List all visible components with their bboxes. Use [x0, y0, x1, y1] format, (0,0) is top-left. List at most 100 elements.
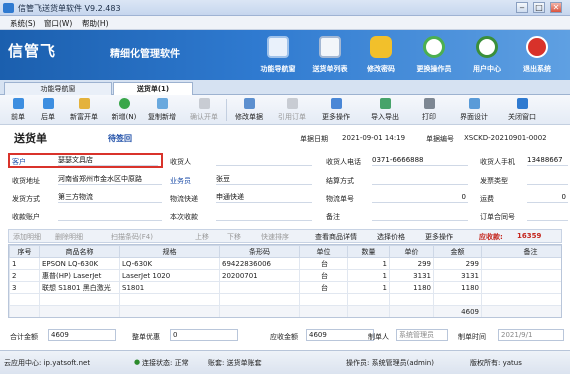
col-seq[interactable]: 序号	[9, 245, 40, 258]
reference-order-button[interactable]: 引用订单	[272, 97, 312, 123]
print-button[interactable]: 打印	[414, 97, 444, 123]
import-export-button[interactable]: 导入导出	[362, 97, 408, 123]
next-doc-button[interactable]: 后单	[34, 97, 62, 123]
menu-window[interactable]: 窗口(W)	[44, 18, 72, 29]
cell-spec[interactable]: LQ-630K	[119, 257, 220, 270]
tab-delivery-note[interactable]: 送货单(1)	[113, 82, 193, 95]
cell-price[interactable]: 1180	[389, 281, 434, 294]
menu-help[interactable]: 帮助(H)	[82, 18, 109, 29]
cell-barcode[interactable]: 20200701	[219, 269, 300, 282]
cell-name[interactable]: EPSON LQ-630K	[39, 257, 120, 270]
add-row-button[interactable]: 添加明细	[13, 232, 41, 242]
ship-field[interactable]: 第三方物流	[58, 192, 162, 203]
close-button[interactable]: ✕	[550, 2, 562, 13]
consignee-phone-field[interactable]: 0371-6666888	[372, 155, 468, 166]
table-row[interactable]: 1 EPSON LQ-630K LQ-630K 69422836006 台 1 …	[9, 257, 561, 270]
window-title: 信管飞送货单软件 V9.2.483	[18, 4, 121, 13]
cell-amount[interactable]: 1180	[433, 281, 482, 294]
nav-change-password[interactable]: 修改密码	[356, 34, 406, 78]
grid-more-button[interactable]: 更多操作	[425, 232, 453, 242]
cell-amount[interactable]: 299	[433, 257, 482, 270]
menu-system[interactable]: 系统(S)	[10, 18, 36, 29]
settle-field[interactable]	[372, 174, 468, 185]
quick-sort-button[interactable]: 快速排序	[261, 232, 289, 242]
col-spec[interactable]: 规格	[119, 245, 220, 258]
cell-remark[interactable]	[481, 257, 561, 270]
table-row[interactable]: 2 惠普(HP) LaserJet LaserJet 1020 20200701…	[9, 269, 561, 282]
close-window-button[interactable]: 关闭窗口	[502, 97, 542, 123]
nav-delivery-list[interactable]: 送货单列表	[305, 34, 355, 78]
consignee-field[interactable]	[216, 155, 312, 166]
grid-toolbar: 添加明细 删除明细 扫描条码(F4) 上移 下移 快速排序 查看商品详情 选择价…	[8, 229, 562, 243]
add-new-button[interactable]: 新增(N)	[108, 97, 140, 123]
consignee-mobile-label: 收货人手机	[480, 158, 515, 166]
maximize-button[interactable]: □	[533, 2, 545, 13]
prev-doc-button[interactable]: 前单	[4, 97, 32, 123]
customer-label[interactable]: 客户	[12, 157, 26, 167]
new-bill-button[interactable]: 新富开单	[64, 97, 104, 123]
remark-field[interactable]	[372, 210, 468, 221]
cell-unit[interactable]: 台	[299, 257, 348, 270]
col-amount[interactable]: 金额	[433, 245, 482, 258]
cell-spec[interactable]: LaserJet 1020	[119, 269, 220, 282]
cell-barcode[interactable]	[219, 281, 300, 294]
freight-label: 运费	[480, 195, 494, 203]
cloud-status[interactable]: 云应用中心: ip.yatsoft.net	[4, 358, 90, 368]
nav-switch-operator[interactable]: 更换操作员	[409, 34, 459, 78]
nav-exit-system[interactable]: 退出系统	[512, 34, 562, 78]
table-row[interactable]: 3 联想 S1801 黑白激光 S1801 台 1 1180 1180	[9, 281, 561, 294]
date-value[interactable]: 2021-09-01 14:19	[342, 134, 405, 142]
account-field[interactable]	[58, 210, 162, 221]
move-up-button[interactable]: 上移	[195, 232, 209, 242]
col-barcode[interactable]: 条形码	[219, 245, 300, 258]
col-qty[interactable]: 数量	[347, 245, 390, 258]
tracking-field[interactable]: 0	[372, 192, 468, 203]
invoice-field[interactable]	[527, 174, 568, 185]
sales-label[interactable]: 业务员	[170, 176, 191, 186]
cell-name[interactable]: 联想 S1801 黑白激光	[39, 281, 120, 294]
tab-function-window[interactable]: 功能导航窗	[4, 82, 112, 95]
sales-field[interactable]: 张豆	[216, 174, 312, 185]
confirm-bill-button[interactable]: 确认开单	[184, 97, 224, 123]
cell-spec[interactable]: S1801	[119, 281, 220, 294]
col-price[interactable]: 单价	[389, 245, 434, 258]
logistics-field[interactable]: 申通快递	[216, 192, 312, 203]
cell-barcode[interactable]: 69422836006	[219, 257, 300, 270]
edit-bill-button[interactable]: 修改单据	[229, 97, 269, 123]
cell-qty[interactable]: 1	[347, 281, 390, 294]
cell-price[interactable]: 299	[389, 257, 434, 270]
cell-name[interactable]: 惠普(HP) LaserJet	[39, 269, 120, 282]
cell-qty[interactable]: 1	[347, 269, 390, 282]
address-field[interactable]: 河南省郑州市金水区中原路	[58, 174, 162, 185]
cell-unit[interactable]: 台	[299, 269, 348, 282]
order-no-field[interactable]	[527, 210, 568, 221]
received-field[interactable]	[216, 210, 312, 221]
copy-new-button[interactable]: 复制新增	[142, 97, 182, 123]
select-price-button[interactable]: 选择价格	[377, 232, 405, 242]
more-actions-button[interactable]: 更多操作	[314, 97, 358, 123]
close-window-icon	[516, 98, 528, 109]
move-down-button[interactable]: 下移	[227, 232, 241, 242]
cell-remark[interactable]	[481, 269, 561, 282]
arrow-right-icon	[42, 98, 54, 109]
freight-field[interactable]: 0	[527, 192, 568, 203]
cell-remark[interactable]	[481, 281, 561, 294]
col-unit[interactable]: 单位	[299, 245, 348, 258]
grid-total: 4609	[433, 305, 482, 317]
col-remark[interactable]: 备注	[481, 245, 561, 258]
cell-price[interactable]: 3131	[389, 269, 434, 282]
layout-design-button[interactable]: 界面设计	[454, 97, 494, 123]
product-detail-button[interactable]: 查看商品详情	[315, 232, 357, 242]
nav-function-window[interactable]: 功能导航窗	[253, 34, 303, 78]
nav-user-center[interactable]: 用户中心	[462, 34, 512, 78]
customer-field[interactable]: 瑟瑟文具店	[58, 155, 158, 166]
cell-qty[interactable]: 1	[347, 257, 390, 270]
cell-unit[interactable]: 台	[299, 281, 348, 294]
consignee-mobile-field[interactable]: 13488667	[527, 155, 568, 166]
minimize-button[interactable]: ‒	[516, 2, 528, 13]
cell-amount[interactable]: 3131	[433, 269, 482, 282]
scan-barcode-button[interactable]: 扫描条码(F4)	[111, 232, 153, 242]
delete-row-button[interactable]: 删除明细	[55, 232, 83, 242]
col-name[interactable]: 商品名称	[39, 245, 120, 258]
discount-field[interactable]: 0	[170, 329, 238, 341]
